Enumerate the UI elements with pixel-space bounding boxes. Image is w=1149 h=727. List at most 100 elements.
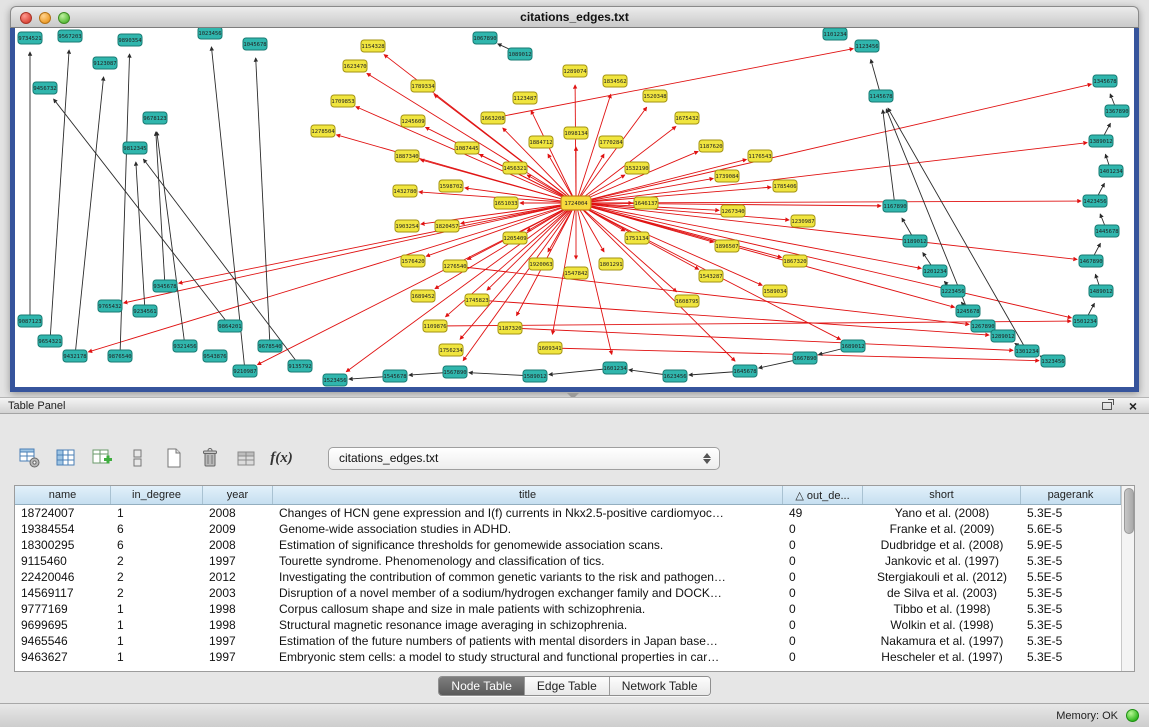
graph-node[interactable]: 1567890 (443, 366, 467, 378)
table-row[interactable]: 1938455462009Genome-wide association stu… (15, 521, 1121, 537)
graph-node[interactable]: 9234561 (133, 305, 157, 317)
graph-node[interactable]: 1884712 (529, 136, 553, 148)
graph-node[interactable]: 1520348 (643, 90, 667, 102)
graph-node[interactable]: 1045678 (243, 38, 267, 50)
graph-node[interactable]: 1276540 (443, 260, 467, 272)
graph-node[interactable]: 9567203 (58, 30, 82, 42)
graph-node[interactable]: 1267890 (971, 320, 995, 332)
graph-node[interactable]: 1646137 (634, 197, 658, 209)
network-canvas[interactable]: 1724004164613717511341801291154784219200… (15, 28, 1134, 387)
graph-node[interactable]: 1667890 (793, 352, 817, 364)
graph-node[interactable]: 1301234 (1015, 345, 1039, 357)
graph-node[interactable]: 9890354 (118, 34, 142, 46)
graph-node[interactable]: 1445678 (1095, 225, 1119, 237)
column-header-name[interactable]: name (15, 486, 111, 504)
delete-column-icon[interactable] (196, 445, 223, 472)
float-panel-icon[interactable] (1099, 399, 1115, 413)
graph-node[interactable]: 9087123 (18, 315, 42, 327)
graph-node[interactable]: 1289012 (991, 330, 1015, 342)
graph-node[interactable]: 9135792 (288, 360, 312, 372)
graph-node[interactable]: 1189012 (903, 235, 927, 247)
graph-node[interactable]: 1623470 (343, 60, 367, 72)
hub-node[interactable]: 1724004 (561, 196, 591, 210)
table-row[interactable]: 946362711997Embryonic stem cells: a mode… (15, 649, 1121, 665)
graph-node[interactable]: 1109876 (423, 320, 447, 332)
graph-node[interactable]: 1789334 (411, 80, 435, 92)
tab-node-table[interactable]: Node Table (439, 677, 525, 695)
graph-node[interactable]: 1401234 (1099, 165, 1123, 177)
graph-node[interactable]: 1709853 (331, 95, 355, 107)
graph-node[interactable]: 1087445 (455, 142, 479, 154)
graph-node[interactable]: 1201234 (923, 265, 947, 277)
graph-node[interactable]: 1187620 (699, 140, 723, 152)
graph-node[interactable]: 1187320 (498, 322, 522, 334)
graph-node[interactable]: 1089012 (508, 48, 532, 60)
table-scrollbar[interactable] (1121, 486, 1134, 671)
graph-node[interactable]: 1123487 (513, 92, 537, 104)
graph-node[interactable]: 1345678 (1093, 75, 1117, 87)
graph-node[interactable]: 1423456 (1083, 195, 1107, 207)
graph-node[interactable]: 1645678 (733, 365, 757, 377)
graph-node[interactable]: 1756234 (439, 344, 463, 356)
graph-node[interactable]: 1323456 (1041, 355, 1065, 367)
graph-node[interactable]: 1289074 (563, 65, 587, 77)
select-columns-icon[interactable] (52, 445, 79, 472)
graph-node[interactable]: 1523456 (323, 374, 347, 386)
graph-node[interactable]: 1609341 (538, 342, 562, 354)
graph-node[interactable]: 9734521 (18, 32, 42, 44)
table-settings-icon[interactable] (16, 445, 43, 472)
graph-node[interactable]: 1023456 (198, 28, 222, 39)
graph-node[interactable]: 9678123 (143, 112, 167, 124)
zoom-window-icon[interactable] (58, 12, 70, 24)
column-header-short[interactable]: short (863, 486, 1021, 504)
graph-node[interactable]: 9321456 (173, 340, 197, 352)
minimize-window-icon[interactable] (39, 12, 51, 24)
table-row[interactable]: 969969511998Structural magnetic resonanc… (15, 617, 1121, 633)
graph-node[interactable]: 1651033 (494, 197, 518, 209)
table-row[interactable]: 946554611997Estimation of the future num… (15, 633, 1121, 649)
graph-node[interactable]: 1608795 (675, 295, 699, 307)
graph-node[interactable]: 1456321 (503, 162, 527, 174)
graph-node[interactable]: 1576420 (401, 255, 425, 267)
graph-node[interactable]: 1589034 (763, 285, 787, 297)
close-window-icon[interactable] (20, 12, 32, 24)
table-row[interactable]: 977716911998Corpus callosum shape and si… (15, 601, 1121, 617)
column-header-title[interactable]: title (273, 486, 783, 504)
graph-node[interactable]: 1867320 (783, 255, 807, 267)
graph-node[interactable]: 1067890 (473, 32, 497, 44)
graph-node[interactable]: 9210987 (233, 365, 257, 377)
column-header-out_de[interactable]: △ out_de... (783, 486, 863, 504)
graph-node[interactable]: 1230987 (791, 215, 815, 227)
graph-node[interactable]: 9678540 (258, 340, 282, 352)
graph-node[interactable]: 1176543 (748, 150, 772, 162)
graph-node[interactable]: 1389012 (1089, 135, 1113, 147)
column-header-pagerank[interactable]: pagerank (1021, 486, 1121, 504)
graph-node[interactable]: 1223456 (941, 285, 965, 297)
graph-node[interactable]: 1903254 (395, 220, 419, 232)
graph-node[interactable]: 1623456 (663, 370, 687, 382)
graph-node[interactable]: 1532190 (625, 162, 649, 174)
graph-node[interactable]: 9765432 (98, 300, 122, 312)
graph-node[interactable]: 1543287 (699, 270, 723, 282)
graph-node[interactable]: 1245609 (401, 115, 425, 127)
column-header-in_degree[interactable]: in_degree (111, 486, 203, 504)
graph-node[interactable]: 1745823 (465, 294, 489, 306)
graph-node[interactable]: 9123087 (93, 57, 117, 69)
graph-node[interactable]: 9432178 (63, 350, 87, 362)
graph-node[interactable]: 1098134 (564, 127, 588, 139)
table-select-combo[interactable]: citations_edges.txt (328, 447, 720, 470)
table-row[interactable]: 1456911722003Disruption of a novel membe… (15, 585, 1121, 601)
scrollbar-thumb[interactable] (1124, 488, 1134, 534)
graph-node[interactable]: 1205409 (503, 232, 527, 244)
graph-node[interactable]: 1801291 (599, 258, 623, 270)
graph-node[interactable]: 1278504 (311, 125, 335, 137)
graph-node[interactable]: 1834562 (603, 75, 627, 87)
column-header-year[interactable]: year (203, 486, 273, 504)
graph-node[interactable]: 1785406 (773, 180, 797, 192)
graph-node[interactable]: 1547842 (564, 267, 588, 279)
close-panel-icon[interactable]: × (1125, 399, 1141, 413)
memory-status-icon[interactable] (1126, 709, 1139, 722)
graph-node[interactable]: 1489012 (1089, 285, 1113, 297)
graph-node[interactable]: 1689452 (411, 290, 435, 302)
graph-node[interactable]: 1896507 (715, 240, 739, 252)
